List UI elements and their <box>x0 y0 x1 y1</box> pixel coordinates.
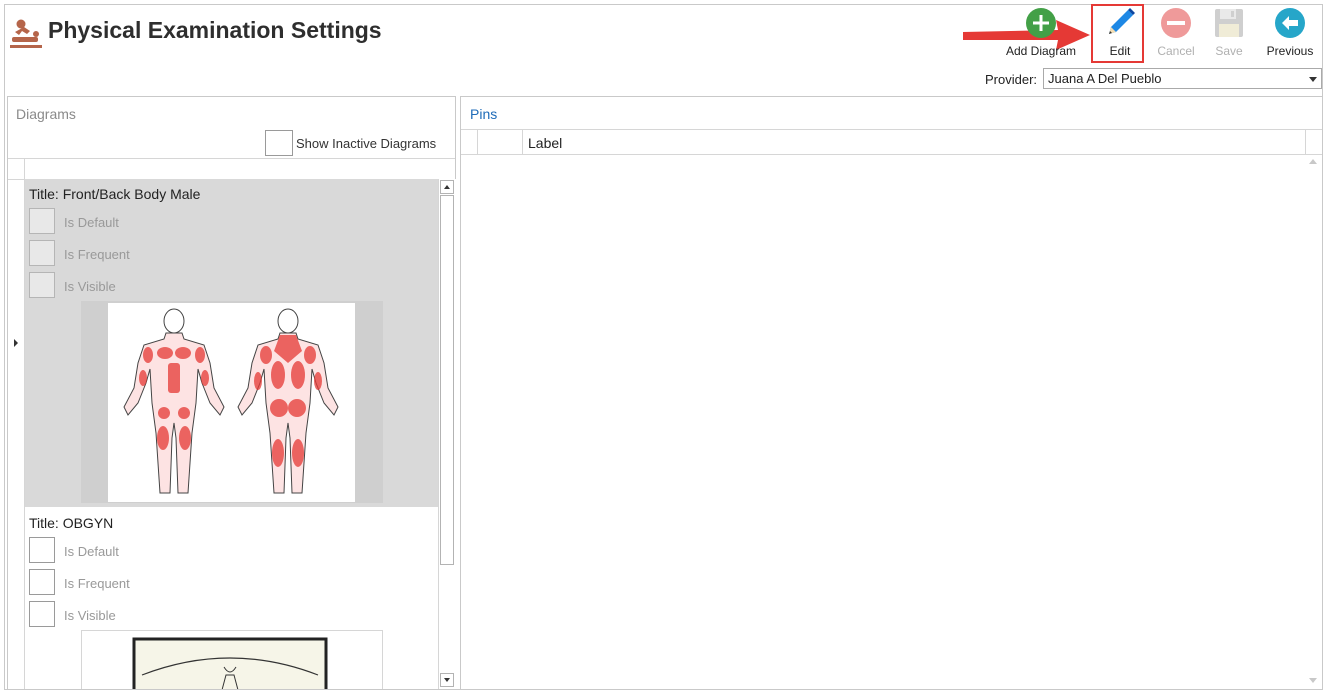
save-button[interactable]: Save <box>1205 6 1253 58</box>
minus-circle-icon <box>1159 6 1193 40</box>
is-frequent-label: Is Frequent <box>64 247 130 262</box>
floppy-disk-icon <box>1212 6 1246 40</box>
scroll-thumb[interactable] <box>440 195 454 565</box>
is-visible-label: Is Visible <box>64 608 116 623</box>
is-frequent-label: Is Frequent <box>64 576 130 591</box>
plus-circle-icon <box>1024 6 1058 40</box>
show-inactive-label: Show Inactive Diagrams <box>296 136 437 151</box>
diagram-title: Title: OBGYN <box>29 515 114 531</box>
scroll-up-icon <box>444 185 450 189</box>
add-diagram-button[interactable]: Add Diagram <box>1003 6 1079 58</box>
scroll-down-icon[interactable] <box>1309 678 1317 683</box>
is-default-checkbox[interactable] <box>29 208 55 234</box>
save-label: Save <box>1215 44 1243 58</box>
pins-grid-header: Label <box>461 129 1322 155</box>
is-default-checkbox[interactable] <box>29 537 55 563</box>
diagram-title: Title: Front/Back Body Male <box>29 186 201 202</box>
is-frequent-checkbox[interactable] <box>29 240 55 266</box>
previous-label: Previous <box>1266 44 1314 58</box>
front-back-body-diagram-image <box>108 303 355 502</box>
page-title: Physical Examination Settings <box>48 17 382 43</box>
current-row-indicator-icon <box>14 339 18 347</box>
arrow-left-circle-icon <box>1273 6 1307 40</box>
scroll-up-icon[interactable] <box>1309 159 1317 164</box>
scroll-up-button[interactable] <box>440 180 454 194</box>
chevron-down-icon <box>1309 77 1317 82</box>
label-column-header[interactable]: Label <box>528 135 562 151</box>
is-visible-checkbox[interactable] <box>29 272 55 298</box>
scroll-down-button[interactable] <box>440 673 454 687</box>
cancel-label: Cancel <box>1157 44 1195 58</box>
diagrams-panel-title: Diagrams <box>16 106 76 122</box>
diagrams-grid-header <box>8 158 455 180</box>
row-indicator-column <box>8 179 25 689</box>
is-visible-label: Is Visible <box>64 279 116 294</box>
cancel-button[interactable]: Cancel <box>1152 6 1200 58</box>
is-default-label: Is Default <box>64 544 119 559</box>
diagrams-scrollbar[interactable] <box>438 179 456 689</box>
provider-dropdown[interactable]: Juana A Del Pueblo <box>1043 68 1322 89</box>
add-diagram-label: Add Diagram <box>1005 44 1077 58</box>
pins-panel: Pins Label <box>460 96 1323 690</box>
is-visible-checkbox[interactable] <box>29 601 55 627</box>
diagrams-panel: Diagrams Show Inactive Diagrams Title: F… <box>7 96 456 690</box>
previous-button[interactable]: Previous <box>1264 6 1316 58</box>
is-frequent-checkbox[interactable] <box>29 569 55 595</box>
provider-label: Provider: <box>985 72 1038 87</box>
provider-value: Juana A Del Pueblo <box>1048 71 1162 86</box>
pins-panel-title: Pins <box>470 106 498 122</box>
show-inactive-checkbox[interactable] <box>265 130 293 156</box>
scroll-down-icon <box>444 678 450 682</box>
edit-highlight-box <box>1091 4 1144 63</box>
obgyn-diagram-image <box>81 630 383 689</box>
massage-therapy-icon <box>10 19 42 48</box>
is-default-label: Is Default <box>64 215 119 230</box>
pins-scrollbar[interactable] <box>1306 155 1322 689</box>
